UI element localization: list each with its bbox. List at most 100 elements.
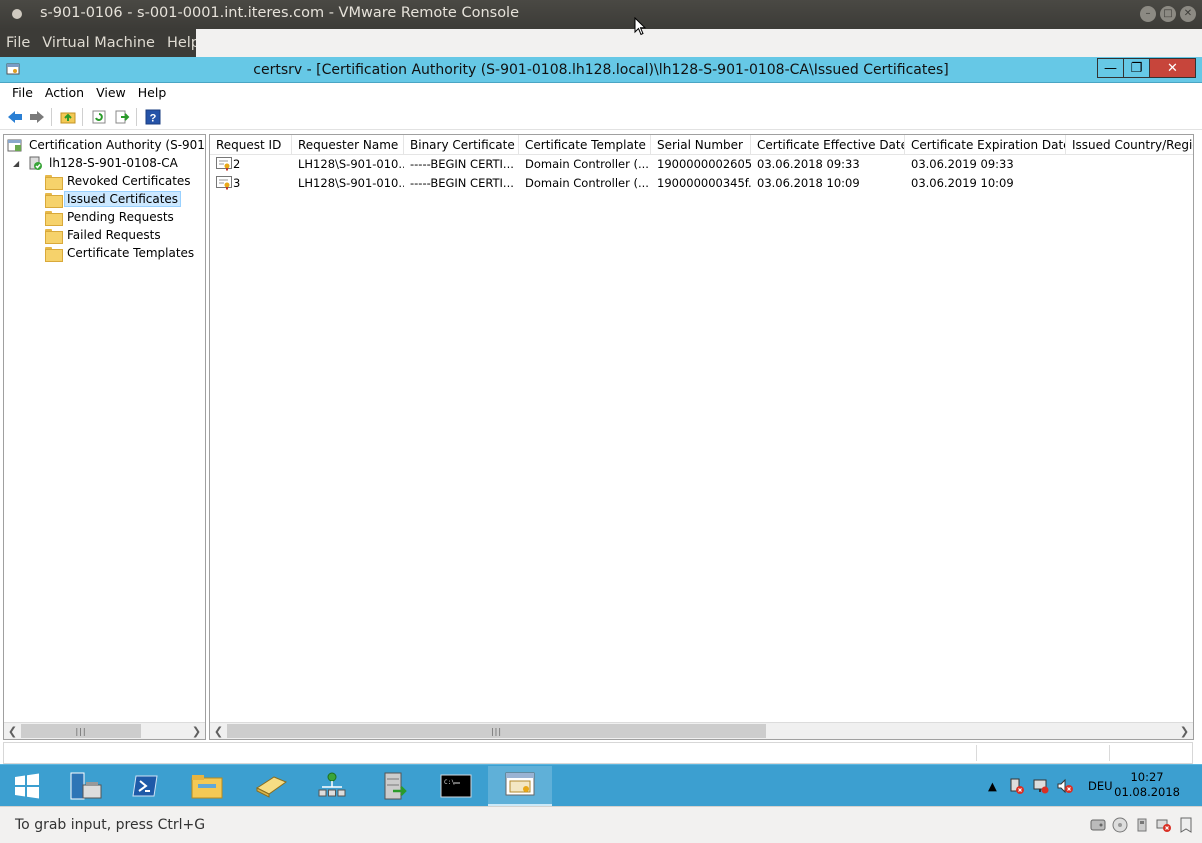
mmc-menubar: File Action View Help bbox=[0, 84, 1202, 104]
tree-item-failed-requests[interactable]: Failed Requests bbox=[45, 226, 164, 244]
folder-icon bbox=[45, 246, 63, 262]
tray-display-icon[interactable] bbox=[1032, 765, 1050, 807]
column-header-binary-certificate[interactable]: Binary Certificate bbox=[404, 135, 519, 155]
network-tree-icon bbox=[318, 772, 346, 797]
vm-footer: To grab input, press Ctrl+G bbox=[0, 806, 1202, 843]
server-manager-icon bbox=[70, 772, 102, 800]
cell-issued-country bbox=[1066, 174, 1193, 192]
file-explorer-icon bbox=[191, 775, 223, 799]
back-arrow-icon[interactable] bbox=[6, 108, 24, 126]
tree-folder-label: Issued Certificates bbox=[64, 191, 182, 207]
minimize-icon[interactable]: – bbox=[1140, 6, 1156, 22]
up-folder-icon[interactable] bbox=[59, 108, 77, 126]
storage-drive-icon bbox=[255, 776, 288, 798]
message-log-icon[interactable] bbox=[1178, 817, 1194, 833]
taskbar-powershell[interactable] bbox=[118, 766, 172, 806]
cell-request-id: 2 bbox=[233, 157, 241, 171]
vm-menubar: File Virtual Machine Help bbox=[0, 29, 1202, 57]
vm-menu-virtual-machine[interactable]: Virtual Machine bbox=[36, 29, 161, 57]
close-icon[interactable]: ✕ bbox=[1149, 58, 1196, 78]
restore-icon[interactable]: ❐ bbox=[1123, 58, 1150, 78]
scroll-left-icon[interactable]: ❮ bbox=[4, 723, 21, 739]
tree-item-ca[interactable]: ◢ lh128-S-901-0108-CA bbox=[13, 154, 181, 172]
svg-text:?: ? bbox=[150, 113, 157, 125]
cell-requester-name: LH128\S-901-010... bbox=[298, 157, 404, 171]
tree-item-pending-requests[interactable]: Pending Requests bbox=[45, 208, 177, 226]
tray-network-error-icon[interactable] bbox=[1008, 765, 1026, 807]
maximize-icon[interactable]: □ bbox=[1160, 6, 1176, 22]
mmc-menu-file[interactable]: File bbox=[6, 84, 39, 104]
folder-icon bbox=[45, 228, 63, 244]
export-list-icon[interactable] bbox=[113, 108, 131, 126]
cell-expiration-date: 03.06.2019 09:33 bbox=[911, 157, 1014, 171]
scroll-right-icon[interactable]: ❯ bbox=[188, 723, 205, 739]
collapse-triangle-icon[interactable]: ◢ bbox=[13, 159, 23, 168]
column-header-certificate-template[interactable]: Certificate Template bbox=[519, 135, 651, 155]
tree-item-issued-certificates[interactable]: Issued Certificates bbox=[45, 190, 182, 208]
cell-effective-date: 03.06.2018 09:33 bbox=[757, 157, 860, 171]
tree-folder-label: Failed Requests bbox=[67, 228, 161, 242]
tree-folder-label: Pending Requests bbox=[67, 210, 174, 224]
cell-request-id: 3 bbox=[233, 176, 241, 190]
list-pane: Request ID Requester Name Binary Certifi… bbox=[209, 134, 1194, 740]
column-header-effective-date[interactable]: Certificate Effective Date bbox=[751, 135, 905, 155]
windows-taskbar: C:\ ▲ DEU 10:27 01.08.2018 bbox=[0, 764, 1202, 806]
folder-icon bbox=[45, 210, 63, 226]
tray-show-hidden-icon[interactable]: ▲ bbox=[988, 765, 997, 807]
taskbar-storage-app[interactable] bbox=[239, 766, 303, 806]
clock-date: 01.08.2018 bbox=[1114, 785, 1180, 799]
column-header-expiration-date[interactable]: Certificate Expiration Date bbox=[905, 135, 1066, 155]
taskbar-app-servers[interactable] bbox=[362, 766, 426, 806]
taskbar-network-app[interactable] bbox=[300, 766, 364, 806]
scroll-right-icon[interactable]: ❯ bbox=[1176, 723, 1193, 739]
taskbar-clock[interactable]: 10:27 01.08.2018 bbox=[1114, 770, 1180, 800]
windows-logo-icon bbox=[15, 773, 39, 799]
start-button[interactable] bbox=[0, 766, 54, 806]
usb-device-icon[interactable] bbox=[1134, 817, 1150, 833]
status-divider bbox=[1109, 745, 1110, 761]
column-header-serial-number[interactable]: Serial Number bbox=[651, 135, 751, 155]
tree-pane: Certification Authority (S-901-0108 ◢ lh… bbox=[3, 134, 206, 740]
tree-item-certificate-templates[interactable]: Certificate Templates bbox=[45, 244, 197, 262]
close-icon[interactable]: ✕ bbox=[1180, 6, 1196, 22]
tree-horizontal-scrollbar[interactable]: ❮ ||| ❯ bbox=[4, 722, 205, 739]
mmc-menu-help[interactable]: Help bbox=[132, 84, 173, 104]
taskbar-command-prompt[interactable]: C:\ bbox=[424, 766, 488, 806]
mouse-cursor-icon bbox=[634, 17, 646, 36]
scrollbar-thumb[interactable]: ||| bbox=[21, 724, 141, 738]
cell-requester-name: LH128\S-901-010... bbox=[298, 176, 404, 190]
toolbar-separator bbox=[136, 108, 137, 126]
window-dot-icon bbox=[12, 9, 22, 19]
help-icon[interactable]: ? bbox=[144, 108, 162, 126]
input-language-indicator[interactable]: DEU bbox=[1088, 765, 1113, 807]
refresh-icon[interactable] bbox=[90, 108, 108, 126]
taskbar-file-explorer[interactable] bbox=[175, 766, 239, 806]
forward-arrow-icon[interactable] bbox=[28, 108, 46, 126]
vm-menu-file[interactable]: File bbox=[0, 29, 36, 57]
guest-screen: certsrv - [Certification Authority (S-90… bbox=[0, 57, 1202, 806]
taskbar-server-manager[interactable] bbox=[54, 766, 118, 806]
scrollbar-thumb[interactable]: ||| bbox=[227, 724, 766, 738]
tree-item-revoked-certificates[interactable]: Revoked Certificates bbox=[45, 172, 194, 190]
ca-server-icon bbox=[29, 156, 42, 170]
cell-serial-number: 190000000345f... bbox=[657, 176, 751, 190]
column-header-requester-name[interactable]: Requester Name bbox=[292, 135, 404, 155]
minimize-icon[interactable]: — bbox=[1097, 58, 1124, 78]
tree-root-certification-authority[interactable]: Certification Authority (S-901-0108 bbox=[7, 136, 205, 154]
scroll-left-icon[interactable]: ❮ bbox=[210, 723, 227, 739]
status-bar bbox=[3, 742, 1193, 764]
hard-disk-icon[interactable] bbox=[1090, 817, 1106, 833]
certification-authority-icon bbox=[7, 139, 22, 152]
column-header-request-id[interactable]: Request ID bbox=[210, 135, 292, 155]
list-horizontal-scrollbar[interactable]: ❮ ||| ❯ bbox=[210, 722, 1193, 739]
tray-speaker-muted-icon[interactable] bbox=[1056, 765, 1074, 807]
toolbar-separator bbox=[51, 108, 52, 126]
mmc-menu-action[interactable]: Action bbox=[39, 84, 90, 104]
taskbar-certsrv[interactable] bbox=[488, 766, 552, 806]
network-adapter-disconnected-icon[interactable] bbox=[1156, 817, 1172, 833]
column-header-issued-country[interactable]: Issued Country/Region bbox=[1066, 135, 1193, 155]
mmc-menu-view[interactable]: View bbox=[90, 84, 132, 104]
folder-icon bbox=[45, 192, 63, 208]
cd-rom-icon[interactable] bbox=[1112, 817, 1128, 833]
powershell-icon bbox=[132, 775, 158, 797]
